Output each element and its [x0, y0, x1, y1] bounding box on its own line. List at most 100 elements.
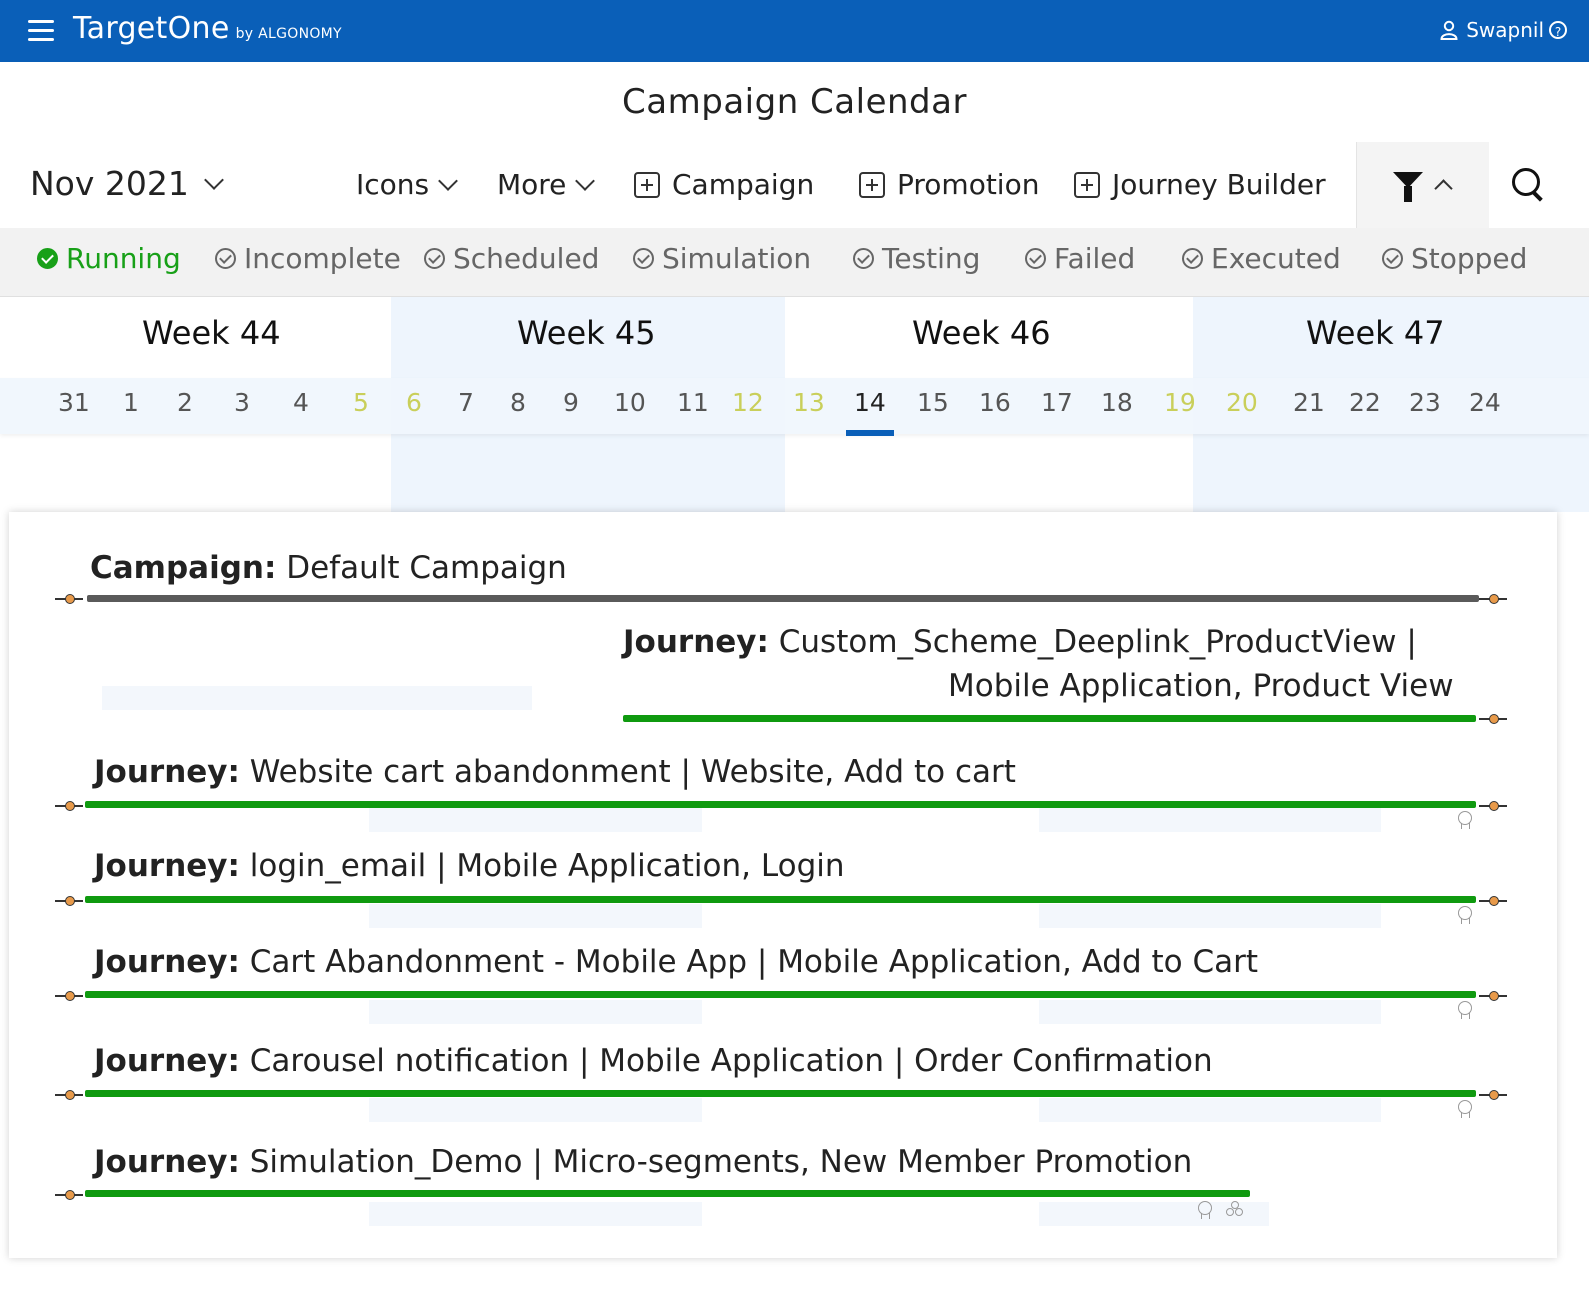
- day-cell[interactable]: 24: [1469, 388, 1501, 417]
- day-cell[interactable]: 6: [406, 388, 422, 417]
- range-start-marker[interactable]: [55, 1090, 83, 1100]
- range-start-marker[interactable]: [55, 896, 83, 906]
- timeline-bg: [1039, 1000, 1381, 1024]
- day-cell[interactable]: 10: [614, 388, 646, 417]
- journey-bar[interactable]: [85, 991, 1476, 998]
- day-cell[interactable]: 8: [510, 388, 526, 417]
- status-incomplete[interactable]: Incomplete: [215, 242, 401, 275]
- day-cell[interactable]: 5: [353, 388, 369, 417]
- day-cell[interactable]: 21: [1293, 388, 1325, 417]
- day-cell[interactable]: 3: [234, 388, 250, 417]
- icons-dropdown[interactable]: Icons: [356, 168, 459, 201]
- day-cell[interactable]: 11: [677, 388, 709, 417]
- status-stopped[interactable]: Stopped: [1382, 242, 1527, 275]
- journey-bar[interactable]: [85, 1190, 1250, 1197]
- award-icon[interactable]: [1458, 906, 1472, 924]
- journey-row-title[interactable]: Journey: Carousel notification | Mobile …: [94, 1043, 1213, 1079]
- brand-logo[interactable]: TargetOne by ALGONOMY: [73, 11, 342, 46]
- day-cell[interactable]: 16: [979, 388, 1011, 417]
- week-label: Week 44: [142, 314, 281, 352]
- timeline-bg: [369, 808, 702, 832]
- status-label: Executed: [1211, 242, 1341, 275]
- day-cell[interactable]: 23: [1409, 388, 1441, 417]
- journey-bar[interactable]: [623, 715, 1476, 722]
- brand-sub: by ALGONOMY: [235, 26, 342, 42]
- day-cell-today[interactable]: 14: [854, 388, 886, 417]
- campaign-bar[interactable]: [87, 595, 1479, 602]
- day-cell[interactable]: 31: [58, 388, 90, 417]
- add-promotion-button[interactable]: Promotion: [859, 168, 1039, 201]
- plus-square-icon: [1074, 171, 1100, 198]
- filter-toggle-button[interactable]: [1356, 142, 1489, 228]
- status-failed[interactable]: Failed: [1025, 242, 1135, 275]
- day-cell[interactable]: 2: [177, 388, 193, 417]
- day-cell[interactable]: 15: [917, 388, 949, 417]
- day-cell[interactable]: 18: [1101, 388, 1133, 417]
- journey-row-title[interactable]: Journey: Website cart abandonment | Webs…: [94, 754, 1016, 790]
- user-menu[interactable]: Swapnil: [1440, 18, 1544, 42]
- day-cell[interactable]: 12: [732, 388, 764, 417]
- day-cell[interactable]: 20: [1226, 388, 1258, 417]
- range-end-marker[interactable]: [1479, 801, 1507, 811]
- journey-row-title[interactable]: Journey: login_email | Mobile Applicatio…: [94, 848, 845, 884]
- more-dropdown[interactable]: More: [497, 168, 596, 201]
- day-cell[interactable]: 7: [458, 388, 474, 417]
- journey-bar[interactable]: [85, 896, 1476, 903]
- award-icon[interactable]: [1458, 1100, 1472, 1118]
- range-start-marker[interactable]: [55, 1190, 83, 1200]
- journey-row-title[interactable]: Journey: Cart Abandonment - Mobile App |…: [94, 944, 1258, 980]
- range-end-marker[interactable]: [1479, 1090, 1507, 1100]
- award-icon[interactable]: [1198, 1201, 1212, 1219]
- day-cell[interactable]: 19: [1164, 388, 1196, 417]
- range-end-marker[interactable]: [1479, 896, 1507, 906]
- segments-icon[interactable]: [1226, 1201, 1244, 1217]
- day-cell[interactable]: 1: [123, 388, 139, 417]
- range-end-marker[interactable]: [1479, 991, 1507, 1001]
- status-label: Running: [66, 242, 181, 275]
- campaign-label: Campaign: [672, 168, 815, 201]
- row-type: Campaign:: [90, 550, 277, 586]
- menu-icon[interactable]: [28, 20, 54, 42]
- journey-row-title[interactable]: Journey: Custom_Scheme_Deeplink_ProductV…: [623, 624, 1417, 660]
- award-icon[interactable]: [1458, 1001, 1472, 1019]
- day-cell[interactable]: 4: [293, 388, 309, 417]
- campaign-row-title[interactable]: Campaign: Default Campaign: [90, 550, 567, 586]
- timeline-bg: [1039, 904, 1381, 928]
- status-label: Scheduled: [453, 242, 600, 275]
- timeline-panel: Campaign: Default Campaign Journey: Cust…: [9, 512, 1557, 1258]
- status-running[interactable]: Running: [37, 242, 181, 275]
- day-cell[interactable]: 17: [1041, 388, 1073, 417]
- row-type: Journey:: [94, 944, 240, 980]
- journey-bar[interactable]: [85, 801, 1476, 808]
- range-start-marker[interactable]: [55, 991, 83, 1001]
- journey-builder-button[interactable]: Journey Builder: [1074, 168, 1326, 201]
- range-start-marker[interactable]: [55, 594, 83, 604]
- range-start-marker[interactable]: [55, 801, 83, 811]
- journey-row-title-line2: Mobile Application, Product View: [948, 668, 1454, 704]
- add-campaign-button[interactable]: Campaign: [634, 168, 814, 201]
- status-simulation[interactable]: Simulation: [633, 242, 811, 275]
- page-title: Campaign Calendar: [622, 82, 967, 122]
- day-cell[interactable]: 13: [793, 388, 825, 417]
- status-testing[interactable]: Testing: [853, 242, 980, 275]
- filter-icon-stem: [1404, 186, 1412, 202]
- check-circle-icon: [424, 248, 445, 269]
- help-icon[interactable]: ?: [1549, 21, 1567, 39]
- month-selector[interactable]: Nov 2021: [30, 164, 224, 203]
- day-cell[interactable]: 22: [1349, 388, 1381, 417]
- search-icon[interactable]: [1512, 168, 1540, 196]
- day-cell[interactable]: 9: [563, 388, 579, 417]
- journey-row-title[interactable]: Journey: Simulation_Demo | Micro-segment…: [94, 1144, 1192, 1180]
- status-scheduled[interactable]: Scheduled: [424, 242, 599, 275]
- award-icon[interactable]: [1458, 811, 1472, 829]
- range-end-marker[interactable]: [1479, 714, 1507, 724]
- chevron-up-icon: [1434, 179, 1453, 198]
- timeline-bg: [1039, 1098, 1381, 1122]
- row-name: Website cart abandonment | Website, Add …: [249, 754, 1016, 790]
- plus-square-icon: [634, 171, 660, 198]
- status-executed[interactable]: Executed: [1182, 242, 1341, 275]
- toolbar: Nov 2021 Icons More Campaign Promotion J…: [0, 142, 1589, 229]
- range-end-marker[interactable]: [1479, 594, 1507, 604]
- timeline-bg: [369, 904, 702, 928]
- journey-bar[interactable]: [85, 1090, 1476, 1097]
